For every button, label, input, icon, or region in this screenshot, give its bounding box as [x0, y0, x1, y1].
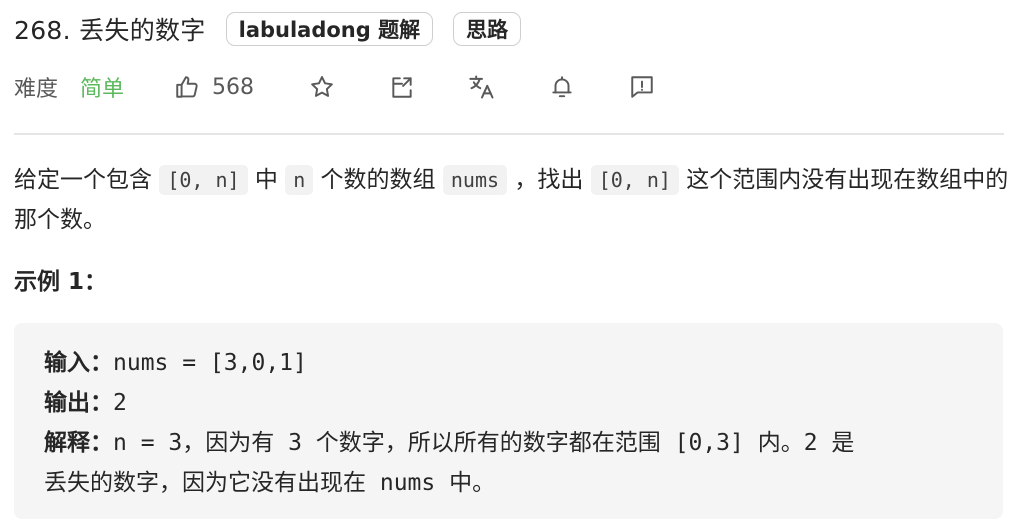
input-value: nums = [3,0,1]	[113, 350, 307, 376]
example-code-block: 输入：nums = [3,0,1] 输出：2 解释：n = 3，因为有 3 个数…	[14, 323, 1003, 519]
example-input-line: 输入：nums = [3,0,1]	[44, 343, 973, 383]
description-text: 中	[247, 167, 286, 193]
problem-title: 268. 丢失的数字	[14, 16, 206, 45]
description-text: 个数的数组	[313, 167, 443, 193]
title-row: 268. 丢失的数字 labuladong 题解 思路	[14, 8, 541, 50]
tag-approach[interactable]: 思路	[453, 12, 522, 46]
like-count: 568	[212, 74, 255, 100]
output-value: 2	[113, 390, 127, 416]
share-button[interactable]	[388, 73, 416, 101]
thumbs-up-icon	[176, 76, 198, 98]
share-icon	[392, 77, 412, 98]
translate-button[interactable]	[468, 73, 496, 101]
feedback-button[interactable]	[628, 73, 656, 101]
like-button[interactable]: 568	[174, 74, 254, 100]
inline-code: nums	[442, 165, 508, 195]
notify-button[interactable]	[548, 73, 576, 101]
tag-labuladong-solution[interactable]: labuladong 题解	[225, 12, 434, 46]
example-title: 示例 1：	[14, 269, 108, 295]
description-text: 给定一个包含	[14, 167, 160, 193]
bell-icon	[552, 76, 572, 98]
example-output-line: 输出：2	[44, 383, 973, 423]
explain-label: 解释：	[44, 430, 113, 456]
favorite-button[interactable]	[308, 73, 336, 101]
difficulty-label: 难度	[14, 77, 59, 102]
problem-description: 给定一个包含 [0, n] 中 n 个数的数组 nums ，找出 [0, n] …	[14, 160, 1009, 240]
inline-code: n	[285, 165, 314, 195]
example-explain-line: 解释：n = 3，因为有 3 个数字，所以所有的数字都在范围 [0,3] 内。2…	[44, 423, 973, 463]
explain-text: n = 3，因为有 3 个数字，所以所有的数字都在范围 [0,3] 内。2 是	[113, 430, 855, 456]
divider	[14, 133, 1004, 135]
feedback-icon	[631, 76, 653, 98]
inline-code: [0, n]	[590, 165, 679, 195]
input-label: 输入：	[44, 350, 113, 376]
description-text: ，找出	[507, 167, 591, 193]
example-explain-line-2: 丢失的数字，因为它没有出现在 nums 中。	[44, 470, 496, 496]
output-label: 输出：	[44, 390, 113, 416]
difficulty-badge: 简单	[80, 77, 125, 102]
inline-code: [0, n]	[159, 165, 248, 195]
meta-row: 难度 简单 568	[14, 66, 656, 108]
translate-icon	[469, 75, 494, 99]
star-icon	[311, 76, 333, 97]
